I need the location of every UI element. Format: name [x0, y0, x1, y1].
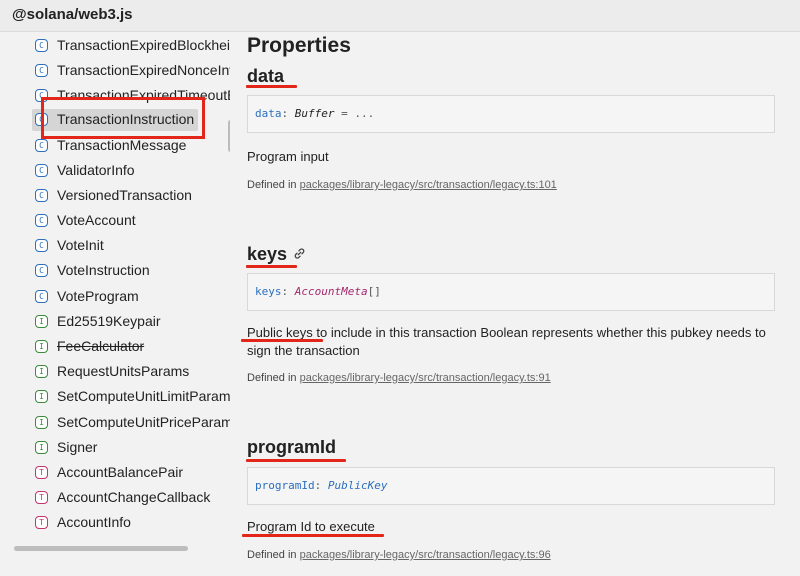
source-link[interactable]: packages/library-legacy/src/transaction/…: [300, 179, 557, 191]
property-description-data: Program input: [247, 149, 329, 164]
defined-in-label: Defined in: [247, 549, 297, 561]
signature-property: data: [255, 107, 282, 120]
sidebar-item-label: TransactionExpiredBlockheightExceededErr…: [57, 37, 230, 53]
interface-icon: I: [35, 365, 48, 378]
sidebar-item-label: Ed25519Keypair: [57, 313, 161, 329]
sidebar-item-label: TransactionMessage: [57, 137, 187, 153]
sidebar-item-account-info[interactable]: T AccountInfo: [30, 512, 230, 534]
interface-icon: I: [35, 416, 48, 429]
class-icon: C: [35, 214, 48, 227]
signature-array-suffix: []: [367, 285, 381, 298]
sidebar-item-account-change-callback[interactable]: T AccountChangeCallback: [30, 487, 230, 509]
sidebar-item-vote-instruction[interactable]: C VoteInstruction: [30, 260, 230, 282]
sidebar-item-set-compute-unit-limit-params[interactable]: I SetComputeUnitLimitParams: [30, 386, 230, 408]
defined-in-programid: Defined in packages/library-legacy/src/t…: [247, 549, 551, 561]
sidebar-item-vote-account[interactable]: C VoteAccount: [30, 210, 230, 232]
sidebar-item-label: SetComputeUnitPriceParams: [57, 414, 230, 430]
sidebar-item-label: AccountInfo: [57, 514, 131, 530]
signature-colon: :: [314, 479, 322, 492]
defined-in-data: Defined in packages/library-legacy/src/t…: [247, 179, 557, 191]
sidebar-item-transaction-expired-nonce[interactable]: C TransactionExpiredNonceInvalidError: [30, 60, 230, 82]
signature-type: Buffer: [294, 107, 335, 120]
sidebar-item-transaction-expired-blockheight[interactable]: C TransactionExpiredBlockheightExceededE…: [30, 35, 230, 57]
sidebar-item-label: VoteAccount: [57, 212, 136, 228]
signature-default: = ...: [334, 107, 375, 120]
sidebar-item-signer[interactable]: I Signer: [30, 437, 230, 459]
class-icon: C: [35, 64, 48, 77]
property-name-keys[interactable]: keys: [247, 244, 287, 265]
sidebar-item-label: AccountBalancePair: [57, 464, 184, 480]
sidebar-item-label: RequestUnitsParams: [57, 363, 190, 379]
defined-in-label: Defined in: [247, 372, 297, 384]
class-icon: C: [35, 189, 48, 202]
interface-icon: I: [35, 315, 48, 328]
signature-property: keys: [255, 285, 282, 298]
class-icon: C: [35, 264, 48, 277]
signature-colon: :: [281, 107, 289, 120]
header-bar: @solana/web3.js: [0, 0, 800, 32]
page-title: Properties: [247, 34, 351, 57]
signature-colon: :: [281, 285, 289, 298]
sidebar-item-request-units-params[interactable]: I RequestUnitsParams: [30, 361, 230, 383]
sidebar-item-validator-info[interactable]: C ValidatorInfo: [30, 160, 230, 182]
sidebar-item-account-balance-pair[interactable]: T AccountBalancePair: [30, 462, 230, 484]
sidebar-item-label: VoteProgram: [57, 288, 139, 304]
class-icon: C: [35, 239, 48, 252]
class-icon: C: [35, 290, 48, 303]
sidebar-item-vote-program[interactable]: C VoteProgram: [30, 286, 230, 308]
highlight-box-annotation: [41, 97, 205, 139]
signature-property: programId: [255, 479, 315, 492]
underline-annotation: [246, 85, 297, 88]
sidebar-item-label: TransactionExpiredNonceInvalidError: [57, 62, 230, 78]
site-title[interactable]: @solana/web3.js: [12, 6, 133, 23]
source-link[interactable]: packages/library-legacy/src/transaction/…: [300, 372, 551, 384]
interface-icon: I: [35, 441, 48, 454]
signature-type[interactable]: AccountMeta: [295, 285, 368, 298]
interface-icon: I: [35, 390, 48, 403]
class-icon: C: [35, 39, 48, 52]
main-content: Properties data data: Buffer = ... Progr…: [232, 32, 800, 576]
link-icon[interactable]: [293, 247, 306, 260]
underline-annotation: [242, 534, 384, 537]
sidebar-item-ed25519-keypair[interactable]: I Ed25519Keypair: [30, 311, 230, 333]
type-alias-icon: T: [35, 466, 48, 479]
sidebar-item-label: VersionedTransaction: [57, 187, 192, 203]
signature-box-data: data: Buffer = ...: [247, 95, 775, 133]
sidebar-horizontal-scrollbar[interactable]: [14, 546, 188, 551]
sidebar-vertical-scrollbar[interactable]: [228, 120, 230, 152]
sidebar-item-label: FeeCalculator: [57, 338, 145, 354]
sidebar-item-label: Signer: [57, 439, 98, 455]
sidebar-item-label: SetComputeUnitLimitParams: [57, 388, 230, 404]
interface-icon: I: [35, 340, 48, 353]
type-alias-icon: T: [35, 516, 48, 529]
sidebar-item-vote-init[interactable]: C VoteInit: [30, 235, 230, 257]
sidebar-item-label: VoteInit: [57, 237, 104, 253]
defined-in-label: Defined in: [247, 179, 297, 191]
property-name-programid[interactable]: programId: [247, 437, 336, 458]
sidebar-item-set-compute-unit-price-params[interactable]: I SetComputeUnitPriceParams: [30, 412, 230, 434]
defined-in-keys: Defined in packages/library-legacy/src/t…: [247, 372, 551, 384]
underline-annotation: [241, 339, 323, 342]
class-icon: C: [35, 164, 48, 177]
sidebar-item-label: ValidatorInfo: [57, 162, 135, 178]
underline-annotation: [246, 459, 346, 462]
property-name-data[interactable]: data: [247, 66, 284, 87]
signature-box-programid: programId: PublicKey: [247, 467, 775, 505]
sidebar-item-label: AccountChangeCallback: [57, 489, 211, 505]
property-description-keys: Public keys to include in this transacti…: [247, 325, 766, 358]
type-alias-icon: T: [35, 491, 48, 504]
source-link[interactable]: packages/library-legacy/src/transaction/…: [300, 549, 551, 561]
sidebar-item-label: VoteInstruction: [57, 262, 150, 278]
signature-type[interactable]: PublicKey: [328, 479, 388, 492]
underline-annotation: [246, 265, 297, 268]
class-icon: C: [35, 139, 48, 152]
sidebar-item-versioned-transaction[interactable]: C VersionedTransaction: [30, 185, 230, 207]
sidebar-item-fee-calculator[interactable]: I FeeCalculator: [30, 336, 230, 358]
signature-box-keys: keys: AccountMeta[]: [247, 273, 775, 311]
